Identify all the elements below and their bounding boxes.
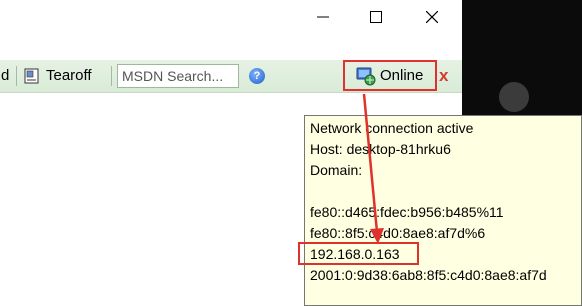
tooltip-status: Network connection active bbox=[310, 120, 474, 136]
toolbar-separator bbox=[111, 66, 112, 86]
minimize-button[interactable] bbox=[300, 0, 346, 34]
tearoff-button[interactable]: Tearoff bbox=[46, 67, 92, 84]
tooltip-address: fe80::d465:fdec:b956:b485%11 bbox=[310, 204, 504, 220]
close-icon bbox=[426, 11, 438, 23]
toolbar-partial-label[interactable]: d bbox=[1, 67, 9, 84]
toolbar-separator bbox=[16, 66, 17, 86]
minimize-icon bbox=[317, 16, 329, 18]
msdn-search-input[interactable]: MSDN Search... bbox=[117, 64, 239, 88]
network-globe-icon bbox=[356, 67, 376, 86]
tooltip-domain: Domain: bbox=[310, 162, 363, 178]
network-tooltip: Network connection active Host: desktop-… bbox=[304, 115, 582, 306]
desktop-app-icon bbox=[499, 82, 529, 112]
online-label[interactable]: Online bbox=[380, 67, 423, 84]
tooltip-address: fe80::8f5:c4d0:8ae8:af7d%6 bbox=[310, 225, 486, 241]
maximize-icon bbox=[370, 11, 382, 23]
tearoff-icon bbox=[24, 68, 39, 84]
disconnect-close-icon[interactable]: x bbox=[439, 66, 448, 86]
tooltip-host: Host: desktop-81hrku6 bbox=[310, 141, 451, 157]
close-button[interactable] bbox=[409, 0, 455, 34]
title-bar bbox=[0, 0, 462, 34]
help-icon[interactable]: ? bbox=[249, 68, 265, 84]
tooltip-address: 2001:0:9d38:6ab8:8f5:c4d0:8ae8:af7d bbox=[310, 267, 547, 283]
maximize-button[interactable] bbox=[353, 0, 399, 34]
ipv4-highlight-box bbox=[298, 242, 419, 265]
